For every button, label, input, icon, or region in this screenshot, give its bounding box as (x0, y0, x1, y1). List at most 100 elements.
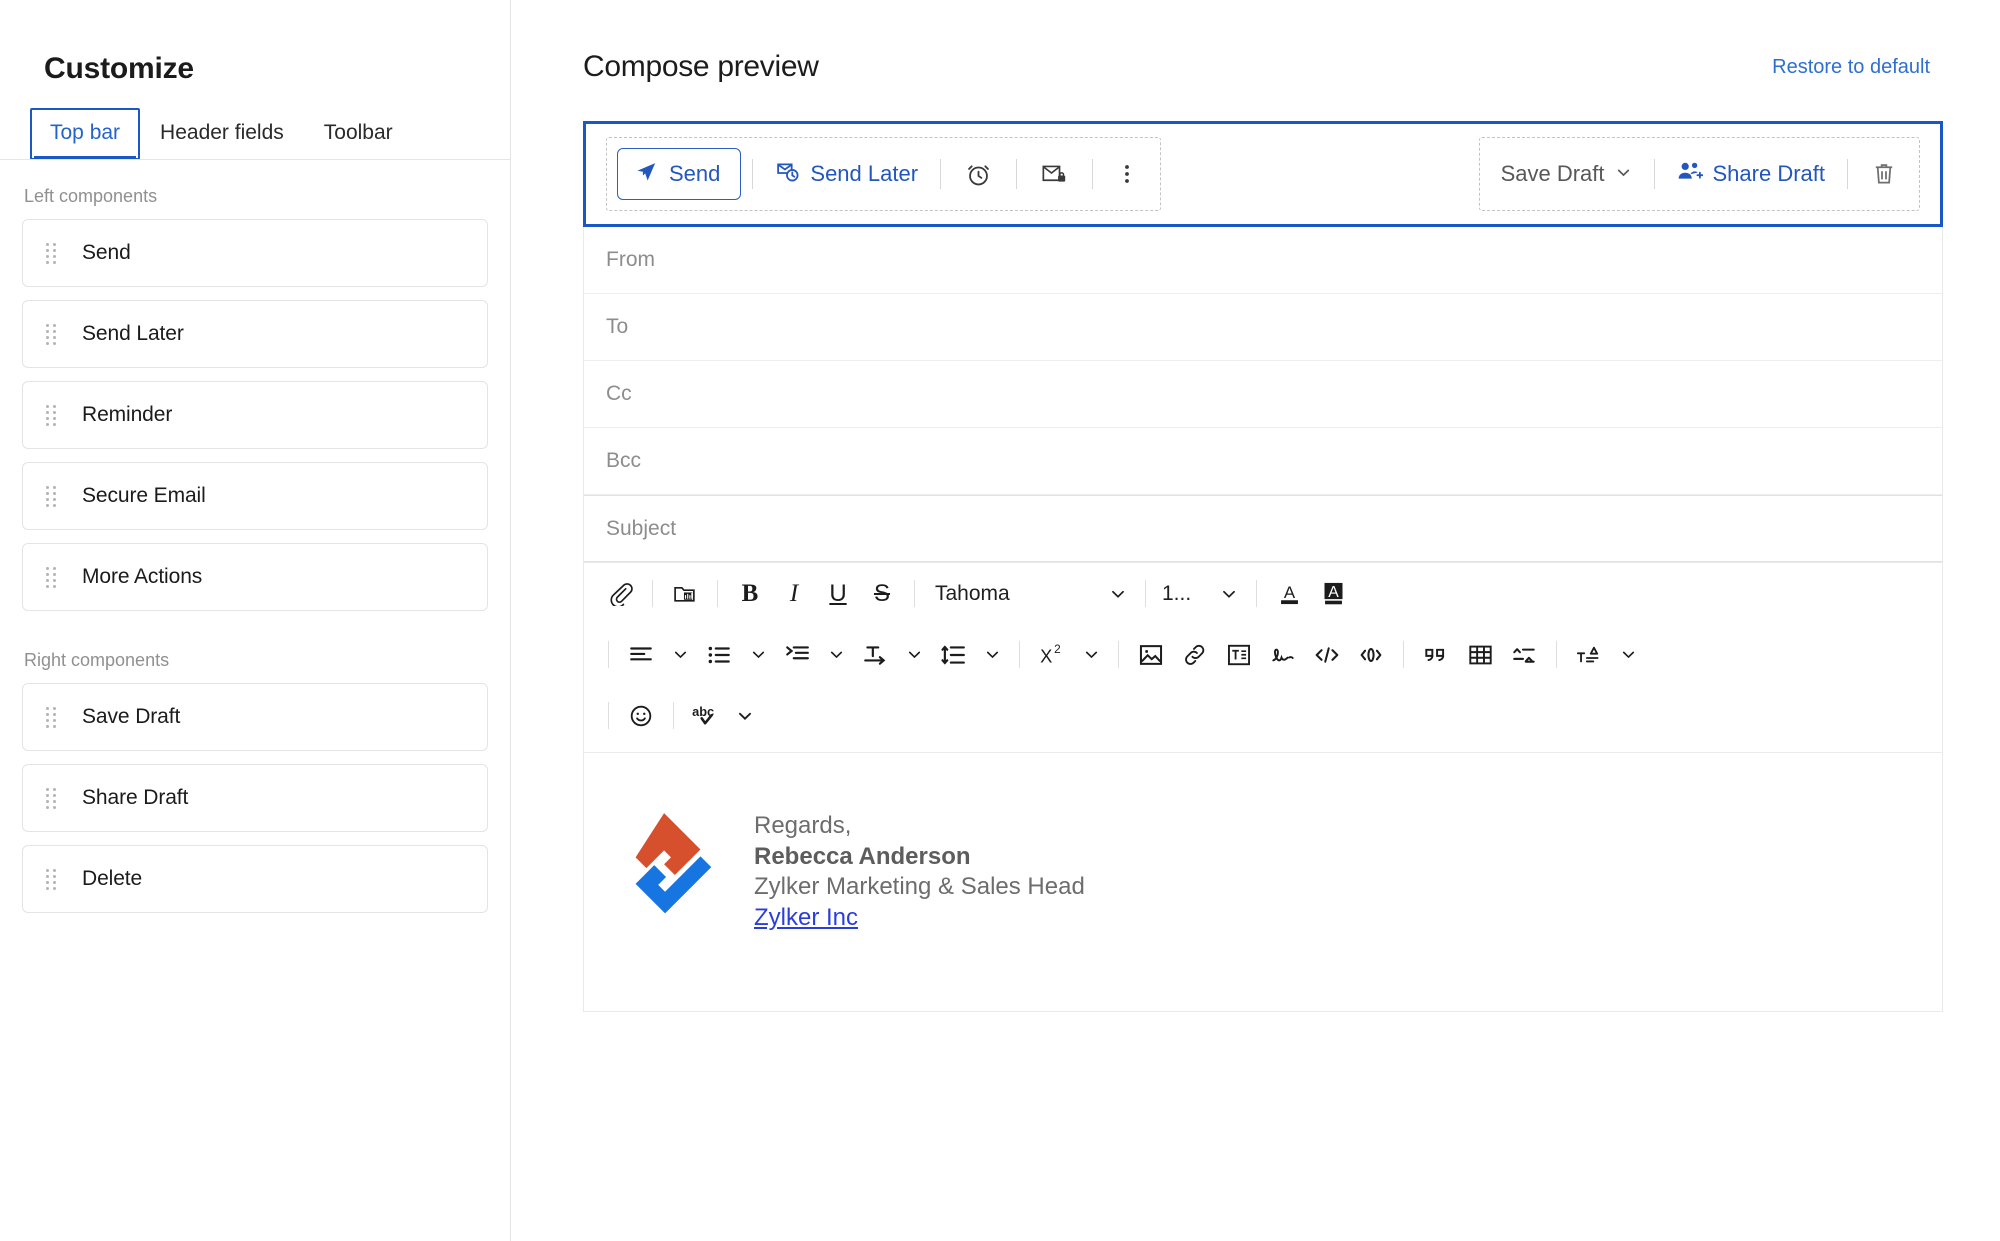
chevron-down-icon (1615, 161, 1632, 187)
send-button-label: Send (669, 161, 721, 186)
line-spacing-icon[interactable] (931, 633, 975, 677)
secure-email-button[interactable] (1028, 161, 1081, 187)
save-draft-button[interactable]: Save Draft (1490, 148, 1643, 200)
cc-field[interactable]: Cc (584, 361, 1942, 428)
divider (652, 580, 653, 607)
list-item[interactable]: Send Later (22, 300, 488, 368)
list-item[interactable]: Secure Email (22, 462, 488, 530)
chevron-down-icon[interactable] (1611, 635, 1645, 675)
chevron-down-icon[interactable] (1101, 574, 1135, 614)
list-item-label: Secure Email (82, 484, 206, 507)
divider (1016, 159, 1018, 189)
divider (673, 702, 674, 729)
list-item[interactable]: Save Draft (22, 683, 488, 751)
signature-name: Rebecca Anderson (754, 842, 971, 870)
text-direction-icon[interactable] (853, 633, 897, 677)
signature-icon[interactable] (1261, 633, 1305, 677)
text-color-icon[interactable]: A (1267, 572, 1311, 616)
list-item[interactable]: Delete (22, 845, 488, 913)
from-field[interactable]: From (584, 227, 1942, 294)
drag-handle-icon[interactable] (46, 485, 56, 507)
cc-field-label: Cc (606, 382, 632, 405)
strikethrough-icon[interactable]: S (860, 572, 904, 616)
chevron-down-icon[interactable] (975, 635, 1009, 675)
send-button[interactable]: Send (617, 148, 742, 200)
list-item[interactable]: Send (22, 219, 488, 287)
zylker-logo-icon (610, 809, 728, 943)
divider (1256, 580, 1257, 607)
chevron-down-icon[interactable] (1074, 635, 1108, 675)
clear-formatting-icon[interactable] (1567, 633, 1611, 677)
drag-handle-icon[interactable] (46, 404, 56, 426)
indent-icon[interactable] (775, 633, 819, 677)
tab-toolbar[interactable]: Toolbar (304, 108, 413, 160)
compose-body[interactable]: Regards, Rebecca Anderson Zylker Marketi… (583, 752, 1943, 1012)
drag-handle-icon[interactable] (46, 242, 56, 264)
font-size-select[interactable]: 1... (1156, 582, 1212, 606)
font-family-select[interactable]: Tahoma (925, 582, 1101, 606)
divider (752, 159, 754, 189)
drag-handle-icon[interactable] (46, 868, 56, 890)
list-item[interactable]: More Actions (22, 543, 488, 611)
bold-icon[interactable]: B (728, 572, 772, 616)
send-later-button-label: Send Later (810, 161, 919, 186)
chevron-down-icon[interactable] (819, 635, 853, 675)
email-signature: Regards, Rebecca Anderson Zylker Marketi… (584, 805, 1942, 943)
align-left-icon[interactable] (619, 633, 663, 677)
insert-table-icon[interactable] (1458, 633, 1502, 677)
share-draft-button[interactable]: Share Draft (1666, 148, 1837, 200)
spellcheck-icon[interactable]: abc (684, 694, 728, 738)
send-later-button[interactable]: Send Later (764, 148, 929, 200)
to-field[interactable]: To (584, 294, 1942, 361)
inline-code-icon[interactable] (1349, 633, 1393, 677)
drag-handle-icon[interactable] (46, 706, 56, 728)
send-icon (635, 160, 658, 189)
chevron-down-icon[interactable] (897, 635, 931, 675)
attachment-icon[interactable] (598, 572, 642, 616)
chevron-down-icon[interactable] (663, 635, 697, 675)
code-view-icon[interactable] (1305, 633, 1349, 677)
insert-image-folder-icon[interactable] (663, 572, 707, 616)
blockquote-icon[interactable] (1414, 633, 1458, 677)
drag-handle-icon[interactable] (46, 566, 56, 588)
delete-button[interactable] (1859, 160, 1909, 188)
divider (608, 702, 609, 729)
bulleted-list-icon[interactable] (697, 633, 741, 677)
restore-to-default-link[interactable]: Restore to default (1772, 56, 1930, 79)
superscript-icon[interactable]: X 2 (1030, 633, 1074, 677)
divider (1019, 641, 1020, 668)
chevron-down-icon[interactable] (1212, 574, 1246, 614)
drag-handle-icon[interactable] (46, 787, 56, 809)
share-draft-button-label: Share Draft (1712, 161, 1826, 186)
chevron-down-icon[interactable] (728, 696, 762, 736)
insert-link-icon[interactable] (1173, 633, 1217, 677)
italic-icon[interactable]: I (772, 572, 816, 616)
subject-field-label: Subject (606, 516, 677, 540)
insert-picture-icon[interactable] (1129, 633, 1173, 677)
bcc-field-label: Bcc (606, 449, 642, 472)
list-item[interactable]: Share Draft (22, 764, 488, 832)
tab-header-fields[interactable]: Header fields (140, 108, 304, 160)
chevron-down-icon[interactable] (741, 635, 775, 675)
more-actions-button[interactable] (1104, 161, 1150, 187)
emoji-icon[interactable] (619, 694, 663, 738)
insert-template-icon[interactable] (1217, 633, 1261, 677)
compose-preview-panel: Compose preview Restore to default Send (511, 0, 2000, 1241)
bcc-field[interactable]: Bcc (584, 428, 1942, 495)
sidebar-tabs: Top bar Header fields Toolbar (0, 86, 510, 160)
list-item[interactable]: Reminder (22, 381, 488, 449)
customize-sidebar: Customize Top bar Header fields Toolbar … (0, 0, 511, 1241)
list-item-label: Send Later (82, 322, 184, 345)
topbar-right-group: Save Draft Share Draft (1478, 137, 1920, 211)
signature-company-link[interactable]: Zylker Inc (754, 904, 858, 931)
drag-handle-icon[interactable] (46, 323, 56, 345)
underline-icon[interactable]: U (816, 572, 860, 616)
subject-field[interactable]: Subject (584, 495, 1942, 562)
editor-toolbar-row-2: X 2 (584, 624, 1942, 685)
highlight-color-icon[interactable]: A (1311, 572, 1355, 616)
tab-top-bar[interactable]: Top bar (30, 108, 141, 160)
save-draft-button-label: Save Draft (1500, 161, 1605, 186)
sort-icon[interactable] (1502, 633, 1546, 677)
tabs-divider (0, 159, 510, 160)
reminder-button[interactable] (952, 160, 1005, 189)
